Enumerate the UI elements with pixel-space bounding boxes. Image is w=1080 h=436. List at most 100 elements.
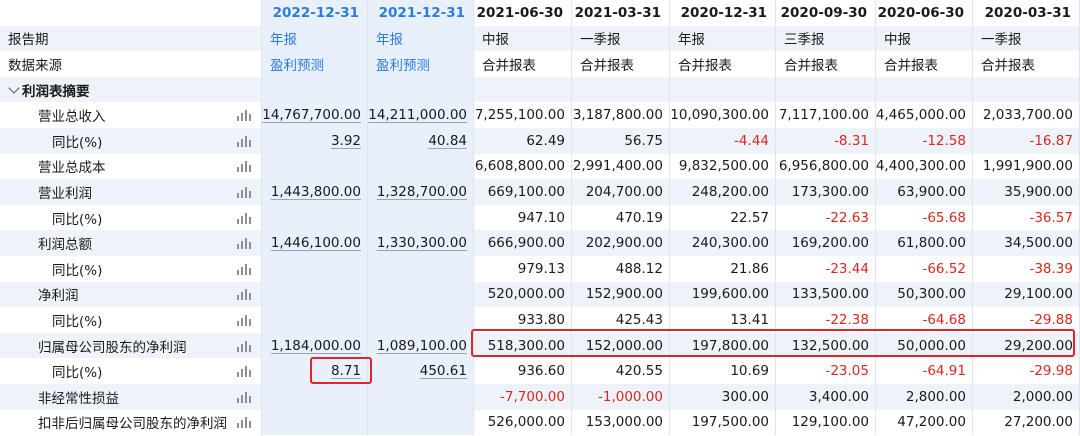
- table-cell: [262, 204, 368, 231]
- table-cell: 29,200.00: [973, 332, 1080, 359]
- table-cell: 7,255,100.00: [474, 102, 572, 128]
- cell: [368, 76, 474, 103]
- row-label-cell: 同比(%): [0, 204, 262, 231]
- table-cell: 129,100.00: [776, 409, 876, 436]
- table-cell: 979.13: [474, 256, 572, 282]
- table-cell: 2,000.00: [973, 384, 1080, 410]
- bar-chart-icon[interactable]: [237, 314, 251, 326]
- table-cell: 669,100.00: [474, 179, 572, 205]
- row-label: 归属母公司股东的净利润: [38, 339, 187, 356]
- bar-chart-icon[interactable]: [237, 391, 251, 403]
- table-row: 同比(%) 979.13 488.12 21.86 -23.44 -66.52 -38.39: [0, 256, 1080, 282]
- table-cell: 450.61: [368, 358, 474, 384]
- column-header[interactable]: 2020-06-30: [876, 0, 973, 26]
- table-cell: 50,000.00: [876, 332, 973, 359]
- table-cell: 10.69: [670, 358, 776, 384]
- bar-chart-icon[interactable]: [237, 135, 251, 147]
- report-period-row: 报告期 年报 年报 中报 一季报 年报 三季报 中报 一季报: [0, 25, 1080, 52]
- table-cell: 526,000.00: [474, 409, 572, 436]
- row-label: 报告期: [8, 32, 49, 49]
- table-cell: 173,300.00: [776, 179, 876, 205]
- column-header[interactable]: 2020-09-30: [776, 0, 876, 26]
- table-cell: -22.38: [776, 307, 876, 333]
- chevron-down-icon[interactable]: [8, 82, 20, 94]
- table-cell: 14,211,000.00: [368, 102, 474, 128]
- bar-chart-icon[interactable]: [237, 365, 251, 378]
- bar-chart-icon[interactable]: [237, 109, 251, 122]
- table-cell: 520,000.00: [474, 281, 572, 308]
- table-cell: 4,465,000.00: [876, 102, 973, 128]
- table-cell: 133,500.00: [776, 281, 876, 308]
- table-row: 利润总额 1,446,100.00 1,330,300.00 666,900.00 20…: [0, 230, 1080, 256]
- bar-chart-icon[interactable]: [237, 160, 251, 173]
- table-cell: 14,767,700.00: [262, 102, 368, 128]
- cell[interactable]: 盈利预测: [262, 51, 368, 77]
- section-row: 利润表摘要: [0, 76, 1080, 103]
- table-row: 同比(%) 3.92 40.84 62.49 56.75 -4.44 -8.31 -12.58…: [0, 128, 1080, 154]
- table-cell: 3,400.00: [776, 384, 876, 410]
- row-label-cell: 利润总额: [0, 230, 262, 256]
- header-row: 2022-12-31 2021-12-31 2021-06-30 2021-03-31…: [0, 0, 1080, 26]
- bar-chart-icon[interactable]: [237, 186, 251, 198]
- bar-chart-icon[interactable]: [237, 416, 251, 429]
- column-header[interactable]: 2020-03-31: [973, 0, 1080, 26]
- column-header[interactable]: 2021-03-31: [572, 0, 670, 26]
- table-cell: [368, 204, 474, 231]
- table-cell: -29.98: [973, 358, 1080, 384]
- table-cell: 47,200.00: [876, 409, 973, 436]
- table-cell: -64.91: [876, 358, 973, 384]
- table-cell: -8.31: [776, 128, 876, 154]
- cell: 三季报: [776, 25, 876, 52]
- table-cell: 1,184,000.00: [262, 332, 368, 359]
- table-cell: 518,300.00: [474, 332, 572, 359]
- table-cell: 29,100.00: [973, 281, 1080, 308]
- table-row: 归属母公司股东的净利润 1,184,000.00 1,089,100.00 518,3…: [0, 332, 1080, 359]
- table-cell: 56.75: [572, 128, 670, 154]
- row-label: 扣非后归属母公司股东的净利润: [38, 416, 227, 433]
- table-row: 非经常性损益 -7,700.00 -1,000.00 300.00 3,400.00 2,…: [0, 384, 1080, 410]
- cell: 一季报: [572, 25, 670, 52]
- bar-chart-icon[interactable]: [237, 288, 251, 301]
- table-cell: 3.92: [262, 128, 368, 154]
- bar-chart-icon[interactable]: [237, 237, 251, 250]
- column-header[interactable]: 2021-12-31: [368, 0, 474, 26]
- row-label: 营业总成本: [38, 160, 106, 177]
- table-row: 净利润 520,000.00 152,900.00 199,600.00 133,500…: [0, 281, 1080, 308]
- row-label: 同比(%): [52, 262, 103, 279]
- row-label: 净利润: [38, 288, 79, 305]
- table-cell: -12.58: [876, 128, 973, 154]
- row-label: 利润总额: [38, 237, 92, 254]
- bar-chart-icon[interactable]: [237, 212, 251, 224]
- table-cell: 1,089,100.00: [368, 332, 474, 359]
- cell[interactable]: 年报: [368, 25, 474, 52]
- cell: [474, 76, 572, 103]
- table-cell: -38.39: [973, 256, 1080, 282]
- table-row: 同比(%) 933.80 425.43 13.41 -22.38 -64.68 -29.88: [0, 307, 1080, 333]
- table-cell: [368, 256, 474, 282]
- cell: 一季报: [973, 25, 1080, 52]
- cell[interactable]: 年报: [262, 25, 368, 52]
- cell[interactable]: 盈利预测: [368, 51, 474, 77]
- row-label-cell: 扣非后归属母公司股东的净利润: [0, 409, 262, 436]
- column-header[interactable]: 2020-12-31: [670, 0, 776, 26]
- bar-chart-icon[interactable]: [237, 340, 251, 352]
- data-source-row-label: 数据来源: [0, 51, 262, 77]
- table-cell: 21.86: [670, 256, 776, 282]
- table-cell: 6,956,800.00: [776, 153, 876, 180]
- row-label: 营业利润: [38, 185, 92, 202]
- section-header[interactable]: 利润表摘要: [0, 76, 262, 103]
- table-cell: 420.55: [572, 358, 670, 384]
- row-label-cell: 营业总成本: [0, 153, 262, 180]
- table-cell: -29.88: [973, 307, 1080, 333]
- table-row: 营业总收入 14,767,700.00 14,211,000.00 7,255,100…: [0, 102, 1080, 128]
- row-label: 同比(%): [52, 211, 103, 228]
- column-header[interactable]: 2021-06-30: [474, 0, 572, 26]
- table-cell: 153,000.00: [572, 409, 670, 436]
- column-header[interactable]: 2022-12-31: [262, 0, 368, 26]
- table-cell: 63,900.00: [876, 179, 973, 205]
- table-cell: 34,500.00: [973, 230, 1080, 256]
- row-label-cell: 净利润: [0, 281, 262, 308]
- header-corner: [0, 0, 262, 26]
- table-cell: 240,300.00: [670, 230, 776, 256]
- bar-chart-icon[interactable]: [237, 263, 251, 275]
